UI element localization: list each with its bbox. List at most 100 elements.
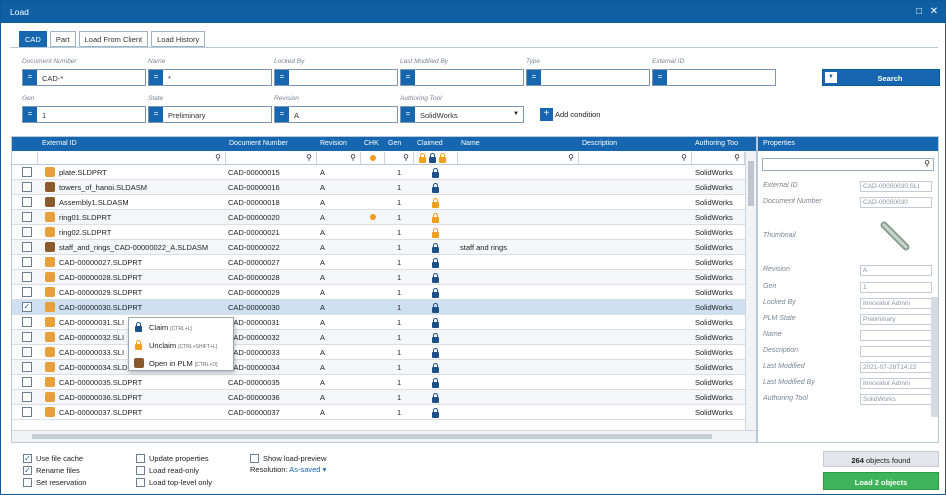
close-icon[interactable]: ✕ (927, 5, 941, 19)
col-document-number[interactable]: Document Number (229, 140, 288, 147)
vertical-scrollbar[interactable] (745, 151, 756, 430)
col-name[interactable]: Name (461, 140, 480, 147)
filter-name[interactable]: ⚲ (458, 152, 579, 164)
search-icon[interactable]: ⚲ (681, 153, 687, 162)
authoring-tool-select[interactable]: = SolidWorks ▼ (400, 106, 524, 123)
col-revision[interactable]: Revision (320, 140, 347, 147)
equals-icon[interactable]: = (23, 70, 37, 85)
lock-orange-icon[interactable] (419, 153, 426, 163)
maximize-icon[interactable]: □ (912, 5, 926, 19)
table-row[interactable]: towers_of_hanoi.SLDASM CAD-00000016 A 1 Soli… (12, 180, 745, 195)
row-checkbox[interactable] (22, 317, 32, 327)
horizontal-scrollbar[interactable] (12, 430, 756, 442)
property-value[interactable]: Innovator Admin (860, 378, 932, 389)
table-row[interactable]: CAD-00000033.SLI CAD-00000033 A 1 SolidWorks (12, 345, 745, 360)
col-description[interactable]: Description (582, 140, 617, 147)
row-checkbox[interactable] (22, 212, 32, 222)
search-button[interactable]: ▼ Search (822, 69, 940, 86)
revision-field[interactable]: = A (274, 106, 398, 123)
property-value[interactable]: A (860, 265, 932, 276)
plus-icon[interactable]: + (540, 108, 553, 121)
equals-icon[interactable]: = (401, 70, 415, 85)
checkbox-set-reservation[interactable] (23, 478, 32, 487)
row-checkbox[interactable] (22, 182, 32, 192)
tab-load-from-client[interactable]: Load From Client (78, 31, 149, 47)
equals-icon[interactable]: = (149, 70, 163, 85)
scroll-thumb[interactable] (748, 161, 754, 206)
checkbox-update-properties[interactable] (136, 454, 145, 463)
property-value[interactable]: 2021-07-28T14:22 (860, 362, 932, 373)
row-checkbox[interactable] (22, 242, 32, 252)
load-objects-button[interactable]: Load 2 objects (823, 472, 939, 490)
property-value[interactable] (860, 346, 932, 357)
search-icon[interactable]: ⚲ (403, 153, 409, 162)
table-row[interactable]: ✓ CAD-00000030.SLDPRT CAD-00000030 A 1 SolidW… (12, 300, 745, 315)
checkbox-use-file-cache[interactable]: ✓ (23, 454, 32, 463)
dropdown-arrow-icon[interactable]: ▼ (513, 111, 519, 117)
equals-icon[interactable]: = (527, 70, 541, 85)
property-value[interactable]: Innovator Admin (860, 298, 932, 309)
search-icon[interactable]: ⚲ (215, 153, 221, 162)
equals-icon[interactable]: = (653, 70, 667, 85)
menu-item-unclaim[interactable]: Unclaim [CTRL+SHIFT+L] (129, 336, 233, 354)
name-field[interactable]: = * (148, 69, 272, 86)
table-row[interactable]: CAD-00000027.SLDPRT CAD-00000027 A 1 SolidWo… (12, 255, 745, 270)
table-row[interactable]: Assembly1.SLDASM CAD-00000018 A 1 SolidWorks (12, 195, 745, 210)
scroll-thumb[interactable] (32, 434, 712, 439)
table-row[interactable]: ring01.SLDPRT CAD-00000020 A 1 SolidWorks (12, 210, 745, 225)
state-field[interactable]: = Preliminary (148, 106, 272, 123)
locked-by-field[interactable]: = (274, 69, 398, 86)
search-icon[interactable]: ⚲ (350, 153, 356, 162)
equals-icon[interactable]: = (149, 107, 163, 122)
col-authoring-tool[interactable]: Authoring Too (695, 140, 738, 147)
tab-part[interactable]: Part (49, 31, 76, 47)
row-checkbox[interactable] (22, 257, 32, 267)
filter-authoring-tool[interactable]: ⚲ (692, 152, 745, 164)
gen-field[interactable]: = 1 (22, 106, 146, 123)
filter-chk[interactable] (361, 152, 385, 164)
properties-scrollbar[interactable] (931, 297, 938, 417)
equals-icon[interactable]: = (275, 70, 289, 85)
table-row[interactable]: plate.SLDPRT CAD-00000015 A 1 SolidWorks (12, 165, 745, 180)
property-value[interactable]: CAD-00000030.SLI (860, 181, 932, 192)
table-row[interactable]: CAD-00000031.SLI CAD-00000031 A 1 SolidWorks (12, 315, 745, 330)
lock-blue-icon[interactable] (429, 153, 436, 163)
table-row[interactable]: CAD-00000032.SLI CAD-00000032 A 1 SolidWorks (12, 330, 745, 345)
col-chk[interactable]: CHK (364, 140, 379, 147)
menu-item-open-in-plm[interactable]: Open in PLM [CTRL+O] (129, 354, 233, 372)
checkbox-load-read-only[interactable] (136, 466, 145, 475)
table-row[interactable]: CAD-00000028.SLDPRT CAD-00000028 A 1 SolidWo… (12, 270, 745, 285)
equals-icon[interactable]: = (401, 107, 415, 122)
row-checkbox[interactable] (22, 332, 32, 342)
document-number-field[interactable]: = CAD-* (22, 69, 146, 86)
search-icon[interactable]: ⚲ (306, 153, 312, 162)
filter-revision[interactable]: ⚲ (317, 152, 361, 164)
resolution-selector[interactable]: Resolution: As-saved ▾ (250, 465, 326, 474)
filter-external-id[interactable]: ⚲ (38, 152, 226, 164)
properties-search-input[interactable]: ⚲ (762, 158, 934, 171)
external-id-field[interactable]: = (652, 69, 776, 86)
checkbox-show-load-preview[interactable] (250, 454, 259, 463)
row-checkbox[interactable] (22, 407, 32, 417)
filter-document-number[interactable]: ⚲ (226, 152, 317, 164)
property-value[interactable] (860, 330, 932, 341)
table-row[interactable]: CAD-00000035.SLDPRT CAD-00000035 A 1 SolidWo… (12, 375, 745, 390)
row-checkbox[interactable] (22, 287, 32, 297)
row-checkbox[interactable] (22, 392, 32, 402)
property-value[interactable]: CAD-00000030 (860, 197, 932, 208)
filter-description[interactable]: ⚲ (579, 152, 692, 164)
table-row[interactable]: CAD-00000034.SLDPRT CAD-00000034 A 1 SolidWo… (12, 360, 745, 375)
filter-claimed[interactable] (414, 152, 458, 164)
row-checkbox[interactable] (22, 167, 32, 177)
property-value[interactable]: 1 (860, 282, 932, 293)
tab-cad[interactable]: CAD (19, 31, 47, 47)
col-claimed[interactable]: Claimed (417, 140, 443, 147)
property-value[interactable]: SolidWorks (860, 394, 932, 405)
row-checkbox[interactable] (22, 347, 32, 357)
col-external-id[interactable]: External ID (42, 140, 77, 147)
search-icon[interactable]: ⚲ (734, 153, 740, 162)
table-row[interactable]: CAD-00000036.SLDPRT CAD-00000036 A 1 SolidWo… (12, 390, 745, 405)
row-checkbox[interactable] (22, 377, 32, 387)
col-gen[interactable]: Gen (388, 140, 401, 147)
dropdown-arrow-icon[interactable]: ▼ (825, 72, 837, 83)
